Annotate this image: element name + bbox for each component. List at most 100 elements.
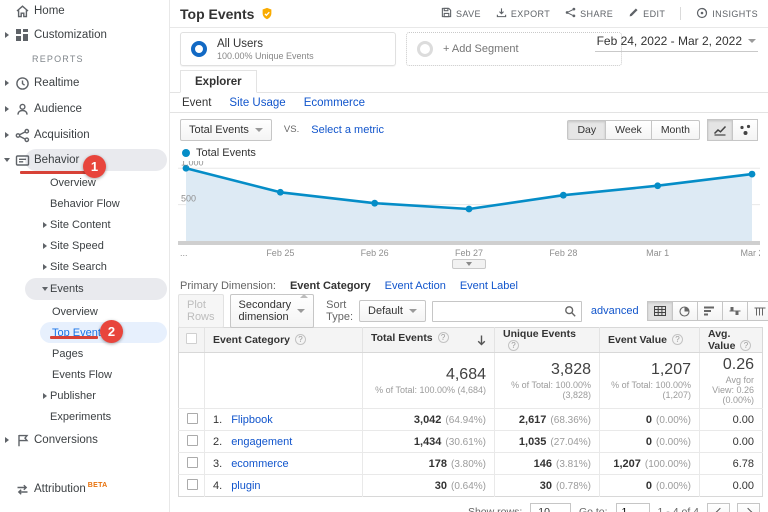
- segment-all-users[interactable]: All Users 100.00% Unique Events: [180, 32, 396, 66]
- goto-page-input[interactable]: [616, 503, 650, 512]
- column-header-event-value[interactable]: Event Value: [600, 328, 700, 353]
- summary-subtext: Avg for View: 0.26 (0.00%): [708, 375, 754, 405]
- secondary-dimension-dropdown[interactable]: Secondary dimension: [230, 294, 315, 328]
- dimension-event-category[interactable]: Event Category: [290, 280, 371, 292]
- metric-value: 1,207: [613, 458, 641, 470]
- help-icon[interactable]: [508, 340, 519, 351]
- event-value-cell: 0(0.00%): [600, 431, 700, 453]
- select-all-checkbox[interactable]: [186, 333, 197, 344]
- percentage-view-button[interactable]: [672, 301, 698, 321]
- help-icon[interactable]: [295, 334, 306, 345]
- row-checkbox[interactable]: [187, 457, 198, 468]
- add-segment-button[interactable]: + Add Segment: [406, 32, 622, 66]
- save-icon: [441, 7, 452, 20]
- sort-type-dropdown[interactable]: Default: [359, 300, 426, 322]
- chart-collapse-handle[interactable]: [452, 259, 486, 269]
- subtab-site-usage[interactable]: Site Usage: [229, 97, 285, 109]
- metric-value: 178: [429, 458, 447, 470]
- line-chart-toggle-button[interactable]: [707, 119, 733, 141]
- svg-text:Mar 2: Mar 2: [740, 248, 760, 258]
- column-header-event-category[interactable]: Event Category: [205, 328, 363, 353]
- subtab-ecommerce[interactable]: Ecommerce: [304, 97, 365, 109]
- sidebar-item-audience[interactable]: Audience: [0, 96, 169, 122]
- help-icon[interactable]: [740, 340, 751, 351]
- export-button[interactable]: EXPORT: [496, 7, 550, 20]
- sidebar-item-realtime[interactable]: Realtime: [0, 70, 169, 96]
- sidebar-item-publisher[interactable]: Publisher: [0, 385, 169, 406]
- share-button[interactable]: SHARE: [565, 7, 613, 20]
- comparison-view-button[interactable]: [722, 301, 748, 321]
- sidebar-item-conversions[interactable]: Conversions: [0, 427, 169, 453]
- category-link[interactable]: engagement: [231, 436, 292, 448]
- table-row: 1.Flipbook 3,042(64.94%) 2,617(68.36%) 0…: [179, 409, 763, 431]
- sidebar-item-top-events[interactable]: Top Events: [0, 322, 169, 343]
- sidebar-item-site-search[interactable]: Site Search: [0, 256, 169, 277]
- show-rows-select[interactable]: 10: [530, 503, 571, 512]
- performance-view-button[interactable]: [697, 301, 723, 321]
- help-icon[interactable]: [438, 332, 449, 343]
- dimension-event-label[interactable]: Event Label: [460, 280, 518, 292]
- row-checkbox[interactable]: [187, 479, 198, 490]
- row-checkbox-cell: [179, 431, 205, 453]
- sidebar-item-label: Attribution: [34, 483, 86, 495]
- metric-percent: (0.64%): [451, 481, 486, 492]
- metric-percent: (68.36%): [550, 415, 591, 426]
- plot-rows-button[interactable]: Plot Rows: [178, 294, 224, 328]
- sidebar-item-events[interactable]: Events: [0, 277, 169, 301]
- sidebar-item-site-speed[interactable]: Site Speed: [0, 235, 169, 256]
- sidebar-item-label: Site Content: [50, 219, 111, 231]
- table-search-input[interactable]: [432, 301, 582, 322]
- sidebar-item-home[interactable]: Home: [0, 0, 169, 22]
- sidebar-item-events-overview[interactable]: Overview: [0, 301, 169, 322]
- category-link[interactable]: ecommerce: [231, 458, 288, 470]
- sidebar-item-behavior-flow[interactable]: Behavior Flow: [0, 193, 169, 214]
- avg-value-cell: 0.00: [700, 475, 763, 497]
- category-link[interactable]: plugin: [231, 480, 260, 492]
- metric-selector-dropdown[interactable]: Total Events: [180, 119, 272, 141]
- metric-percent: (3.80%): [451, 459, 486, 470]
- sort-descending-icon[interactable]: [477, 335, 486, 349]
- column-header-total-events[interactable]: Total Events: [363, 328, 495, 353]
- save-button[interactable]: SAVE: [441, 7, 481, 20]
- granularity-day-button[interactable]: Day: [567, 120, 606, 140]
- sidebar-item-experiments[interactable]: Experiments: [0, 406, 169, 427]
- column-header-unique-events[interactable]: Unique Events: [495, 328, 600, 353]
- sidebar-item-behavior-overview[interactable]: Overview: [0, 172, 169, 193]
- edit-pencil-icon: [628, 7, 639, 20]
- edit-button[interactable]: EDIT: [628, 7, 665, 20]
- sort-type-label: Sort Type:: [326, 299, 353, 323]
- column-header-avg-value[interactable]: Avg. Value: [700, 328, 763, 353]
- sidebar-item-attribution[interactable]: Attribution BETA: [0, 476, 169, 502]
- chevron-down-icon: [297, 309, 305, 313]
- sidebar-item-customization[interactable]: Customization: [0, 22, 169, 48]
- svg-text:Feb 25: Feb 25: [266, 248, 294, 258]
- help-icon[interactable]: [672, 334, 683, 345]
- annotation-step-2-badge: 2: [100, 320, 123, 343]
- motion-chart-toggle-button[interactable]: [732, 119, 758, 141]
- data-view-button[interactable]: [647, 301, 673, 321]
- subtab-event[interactable]: Event: [182, 97, 211, 109]
- sidebar-item-site-content[interactable]: Site Content: [0, 214, 169, 235]
- category-link[interactable]: Flipbook: [231, 414, 273, 426]
- row-checkbox[interactable]: [187, 435, 198, 446]
- next-page-button[interactable]: [737, 503, 760, 512]
- granularity-week-button[interactable]: Week: [605, 120, 652, 140]
- insights-button[interactable]: INSIGHTS: [696, 7, 758, 21]
- row-checkbox[interactable]: [187, 413, 198, 424]
- tab-explorer[interactable]: Explorer: [180, 70, 257, 93]
- sidebar-item-acquisition[interactable]: Acquisition: [0, 122, 169, 148]
- metric-value: 6.78: [733, 458, 754, 470]
- pivot-view-button[interactable]: [747, 301, 768, 321]
- table-row: 3.ecommerce 178(3.80%) 146(3.81%) 1,207(…: [179, 453, 763, 475]
- advanced-search-link[interactable]: advanced: [591, 305, 639, 317]
- sidebar-item-pages[interactable]: Pages: [0, 343, 169, 364]
- previous-page-button[interactable]: [707, 503, 730, 512]
- sidebar-item-events-flow[interactable]: Events Flow: [0, 364, 169, 385]
- select-metric-link[interactable]: Select a metric: [311, 124, 384, 136]
- date-range-picker[interactable]: Feb 24, 2022 - Mar 2, 2022: [595, 34, 758, 52]
- chevron-down-icon: [409, 309, 417, 313]
- granularity-month-button[interactable]: Month: [651, 120, 700, 140]
- dimension-event-action[interactable]: Event Action: [385, 280, 446, 292]
- search-icon[interactable]: [564, 305, 577, 323]
- chart-type-toggle: [708, 119, 758, 141]
